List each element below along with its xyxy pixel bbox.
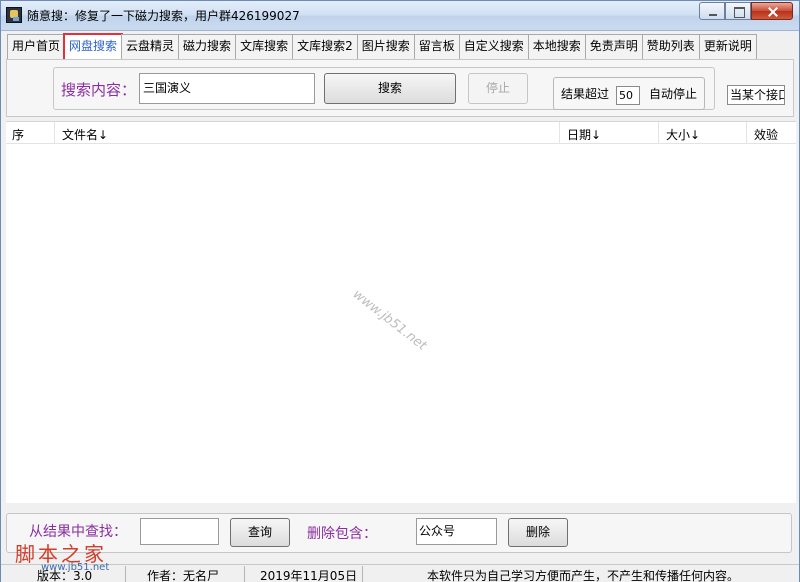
status-bar: 版本：3.0 作者：无名尸 2019年11月05日 本软件只为自己学习方便而产生… <box>1 564 799 582</box>
tab-home[interactable]: 用户首页 <box>7 34 66 59</box>
delete-containing-input[interactable]: 公众号 <box>416 518 497 545</box>
brand-url: www.jb51.net <box>41 562 110 573</box>
results-list[interactable]: 序 文件名↓ 日期↓ 大小↓ 效验 <box>6 121 796 503</box>
column-date[interactable]: 日期↓ <box>567 126 601 143</box>
tab-magnet-search[interactable]: 磁力搜索 <box>178 34 237 59</box>
release-date-text: 2019年11月05日 <box>260 569 358 582</box>
close-button[interactable] <box>751 2 793 20</box>
app-window: 随意搜：修复了一下磁力搜索，用户群426199027 用户首页 网盘搜索 云盘精… <box>0 0 800 582</box>
search-label: 搜索内容： <box>61 81 137 99</box>
interface-option[interactable]: 当某个接口 <box>727 85 785 105</box>
column-size[interactable]: 大小↓ <box>666 126 700 143</box>
tab-library-search[interactable]: 文库搜索 <box>235 34 294 59</box>
minimize-button[interactable] <box>699 2 725 20</box>
tab-local-search[interactable]: 本地搜索 <box>527 34 586 59</box>
tab-cloud-wizard[interactable]: 云盘精灵 <box>121 34 180 59</box>
status-divider <box>362 566 363 582</box>
title-bar[interactable]: 随意搜：修复了一下磁力搜索，用户群426199027 <box>1 1 799 31</box>
author-text: 作者：无名尸 <box>147 569 220 582</box>
tab-custom-search[interactable]: 自定义搜索 <box>458 34 529 59</box>
app-logo-icon <box>6 7 22 23</box>
delete-button[interactable]: 删除 <box>508 518 568 547</box>
window-title: 随意搜：修复了一下磁力搜索，用户群426199027 <box>27 9 300 23</box>
disclaimer-text: 本软件只为自己学习方便而产生，不产生和传播任何内容。 <box>427 569 740 582</box>
find-in-results-input[interactable] <box>140 518 219 545</box>
query-button[interactable]: 查询 <box>230 518 290 547</box>
column-divider <box>54 122 55 144</box>
search-input[interactable]: 三国演义 <box>139 73 315 104</box>
status-divider <box>244 566 245 582</box>
auto-stop-label: 自动停止 <box>649 87 698 101</box>
column-checksum[interactable]: 效验 <box>754 126 778 143</box>
stop-button[interactable]: 停止 <box>468 73 528 104</box>
list-header: 序 文件名↓ 日期↓ 大小↓ 效验 <box>6 122 796 144</box>
tab-library-search-2[interactable]: 文库搜索2 <box>292 34 358 59</box>
column-divider <box>746 122 747 144</box>
column-divider <box>658 122 659 144</box>
result-limit-input[interactable]: 50 <box>616 86 640 105</box>
tab-disclaimer[interactable]: 免责声明 <box>584 34 643 59</box>
delete-containing-label: 删除包含： <box>307 526 377 542</box>
tab-bar: 用户首页 网盘搜索 云盘精灵 磁力搜索 文库搜索 文库搜索2 图片搜索 留言板 … <box>7 33 757 61</box>
column-divider <box>559 122 560 144</box>
status-divider <box>125 566 126 582</box>
window-controls <box>699 2 793 20</box>
tab-image-search[interactable]: 图片搜索 <box>356 34 415 59</box>
tab-netdisk-search[interactable]: 网盘搜索 <box>63 33 124 61</box>
search-button[interactable]: 搜索 <box>324 73 456 104</box>
column-index[interactable]: 序 <box>12 126 24 143</box>
tab-message-board[interactable]: 留言板 <box>413 34 460 59</box>
result-limit-label: 结果超过 <box>561 87 610 101</box>
tab-changelog[interactable]: 更新说明 <box>698 34 757 59</box>
maximize-button[interactable] <box>725 2 751 20</box>
tab-sponsors[interactable]: 赞助列表 <box>641 34 700 59</box>
column-filename[interactable]: 文件名↓ <box>62 126 108 143</box>
